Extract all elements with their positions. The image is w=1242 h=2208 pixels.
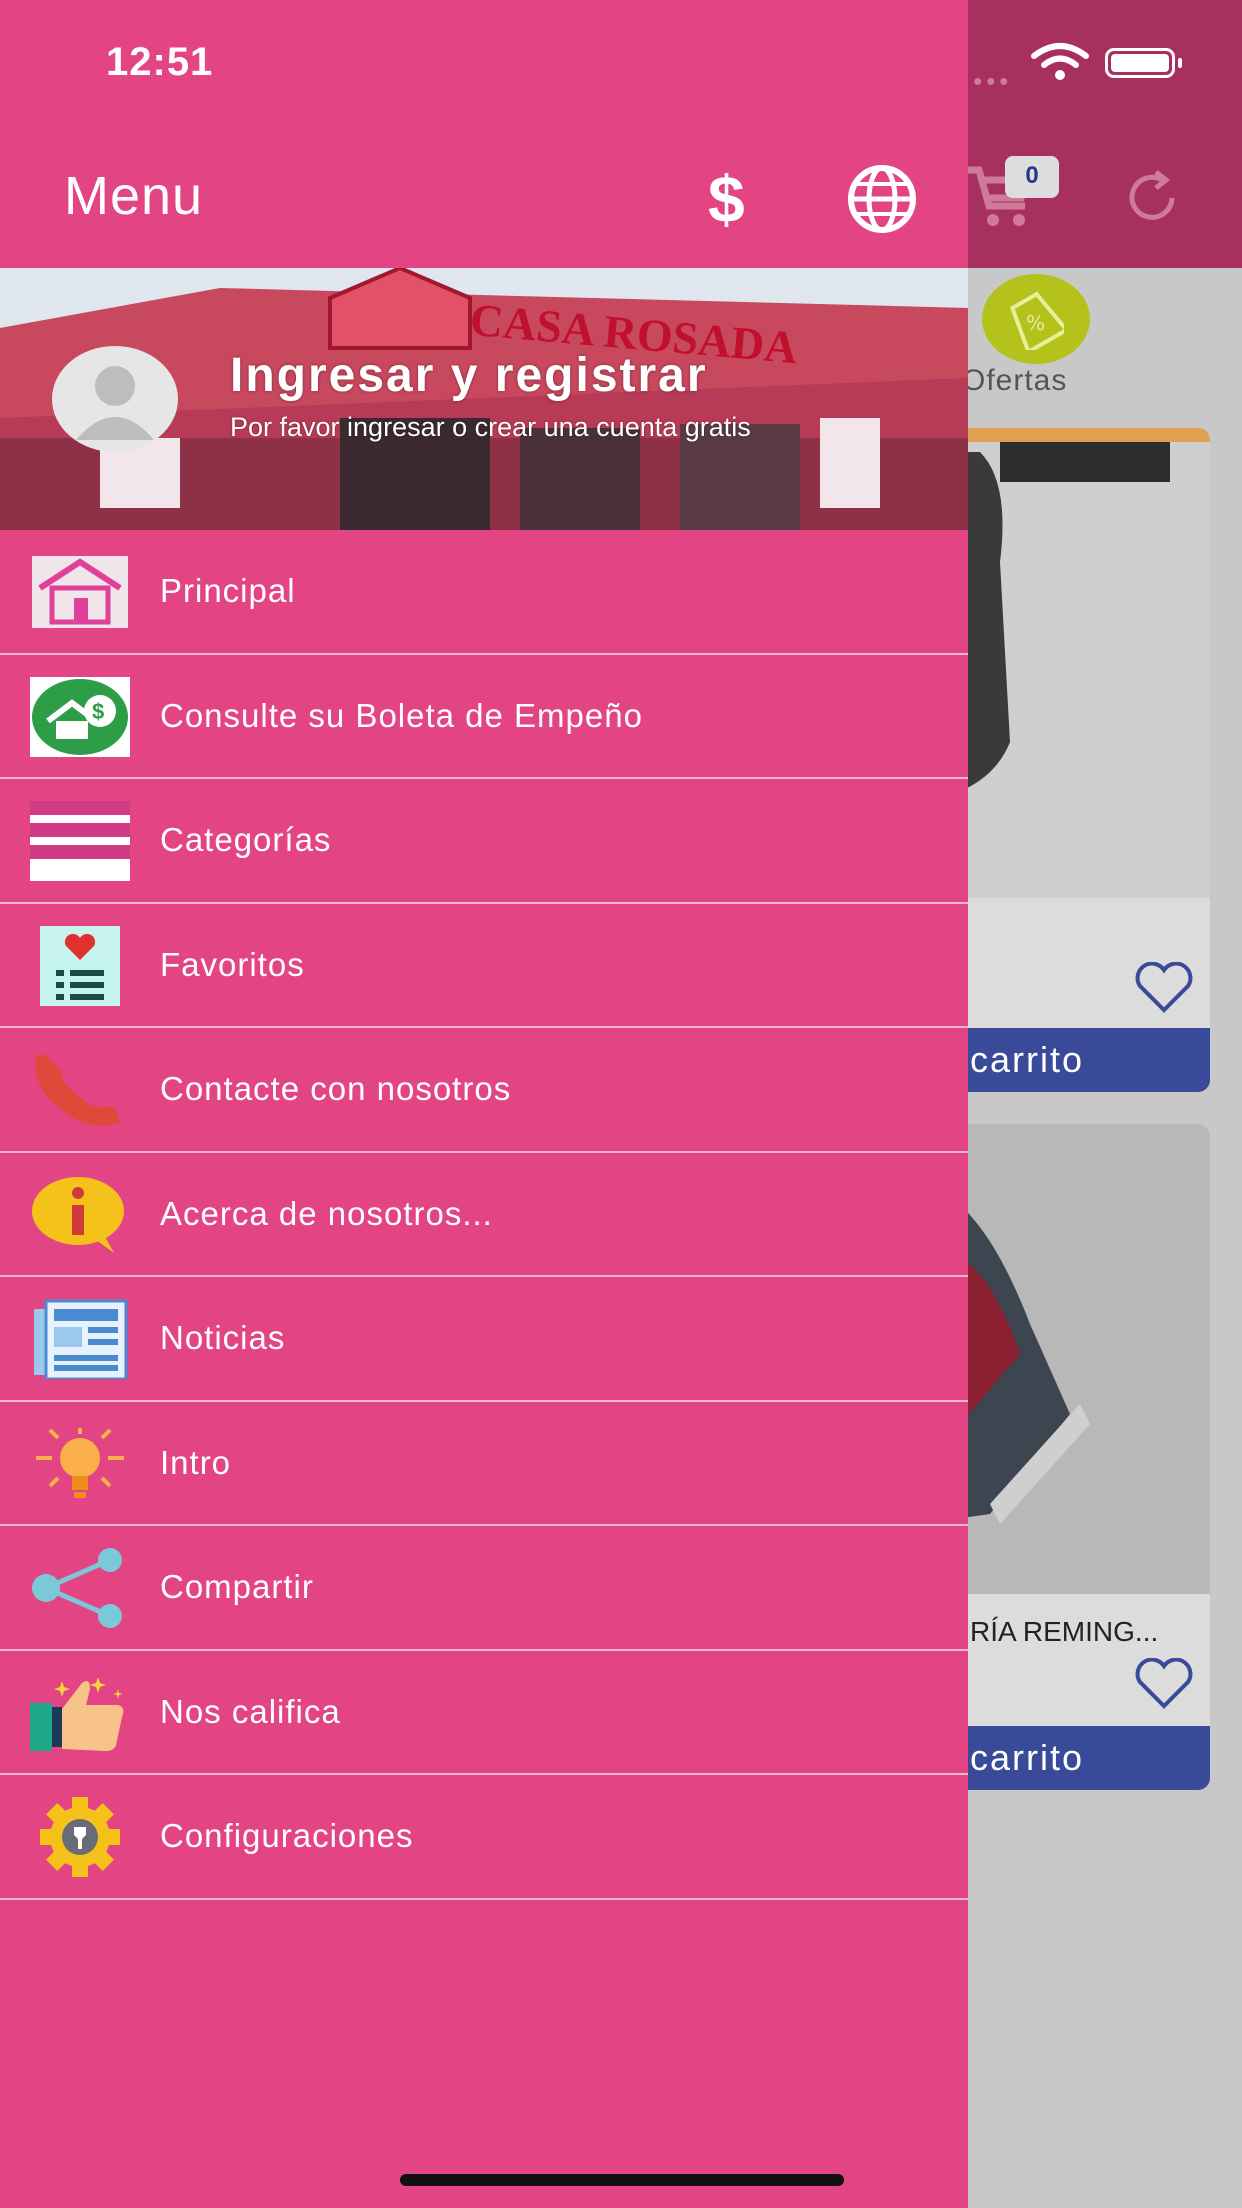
categories-icon (30, 801, 130, 881)
favorite-heart-icon[interactable] (1134, 1658, 1194, 1710)
globe-icon[interactable] (845, 162, 919, 236)
phone-icon (35, 1054, 120, 1126)
thumbs-up-icon (30, 1676, 124, 1751)
menu-item-label: Nos califica (160, 1692, 341, 1730)
battery-icon (1105, 48, 1175, 78)
home-indicator[interactable] (400, 2174, 844, 2186)
wifi-icon (1031, 43, 1089, 80)
menu-item-boleta[interactable]: $ Consulte su Boleta de Empeño (0, 655, 968, 779)
login-register-subtitle: Por favor ingresar o crear una cuenta gr… (230, 412, 751, 442)
menu-item-label: Favoritos (160, 945, 305, 983)
status-time: 12:51 (106, 40, 214, 84)
product-title: RÍA REMING... (970, 1616, 1159, 1647)
menu-item-label: Categorías (160, 821, 332, 858)
drawer-menu-list: Principal $ Consulte su Boleta de Empeño… (0, 530, 968, 1900)
menu-item-label: Contacte con nosotros (160, 1070, 512, 1107)
menu-item-label: Consulte su Boleta de Empeño (160, 696, 643, 734)
navigation-drawer: 12:51 Menu $ CASA ROSADA Ingresar y regi… (0, 0, 968, 2208)
menu-item-label: Noticias (160, 1319, 286, 1356)
favorite-heart-icon[interactable] (1134, 962, 1194, 1014)
favorites-icon (40, 925, 120, 1006)
dollar-icon[interactable]: $ (706, 164, 762, 234)
settings-gear-icon (40, 1797, 120, 1877)
menu-item-contacte[interactable]: Contacte con nosotros (0, 1028, 968, 1153)
menu-item-noticias[interactable]: Noticias (0, 1277, 968, 1402)
menu-item-compartir[interactable]: Compartir (0, 1526, 968, 1651)
menu-item-favoritos[interactable]: Favoritos (0, 904, 968, 1028)
menu-item-label: Acerca de nosotros... (160, 1194, 493, 1232)
menu-item-label: Compartir (160, 1568, 314, 1605)
share-icon (32, 1548, 122, 1628)
menu-item-intro[interactable]: Intro (0, 1402, 968, 1526)
drawer-title: Menu (64, 166, 204, 226)
menu-item-acerca[interactable]: Acerca de nosotros... (0, 1153, 968, 1277)
avatar[interactable] (52, 346, 178, 452)
lightbulb-icon (36, 1427, 124, 1498)
offers-label[interactable]: Ofertas (962, 364, 1067, 398)
home-icon (32, 556, 128, 628)
menu-item-label: Intro (160, 1443, 232, 1481)
menu-item-configuraciones[interactable]: Configuraciones (0, 1775, 968, 1900)
pawn-ticket-icon: $ (30, 676, 130, 757)
info-icon (32, 1176, 124, 1253)
menu-item-label: Principal (160, 572, 296, 609)
svg-text:%: % (1026, 311, 1045, 335)
offers-tag-icon[interactable]: % (982, 274, 1090, 364)
svg-text:$: $ (708, 164, 745, 234)
svg-text:$: $ (92, 699, 104, 724)
menu-item-califica[interactable]: Nos califica (0, 1651, 968, 1775)
news-icon (34, 1299, 128, 1379)
menu-item-categorias[interactable]: Categorías (0, 779, 968, 904)
menu-item-label: Configuraciones (160, 1817, 414, 1854)
menu-item-principal[interactable]: Principal (0, 530, 968, 655)
refresh-icon[interactable] (1122, 168, 1182, 228)
cart-count-badge: 0 (1005, 156, 1059, 198)
login-register-title[interactable]: Ingresar y registrar (230, 348, 708, 403)
